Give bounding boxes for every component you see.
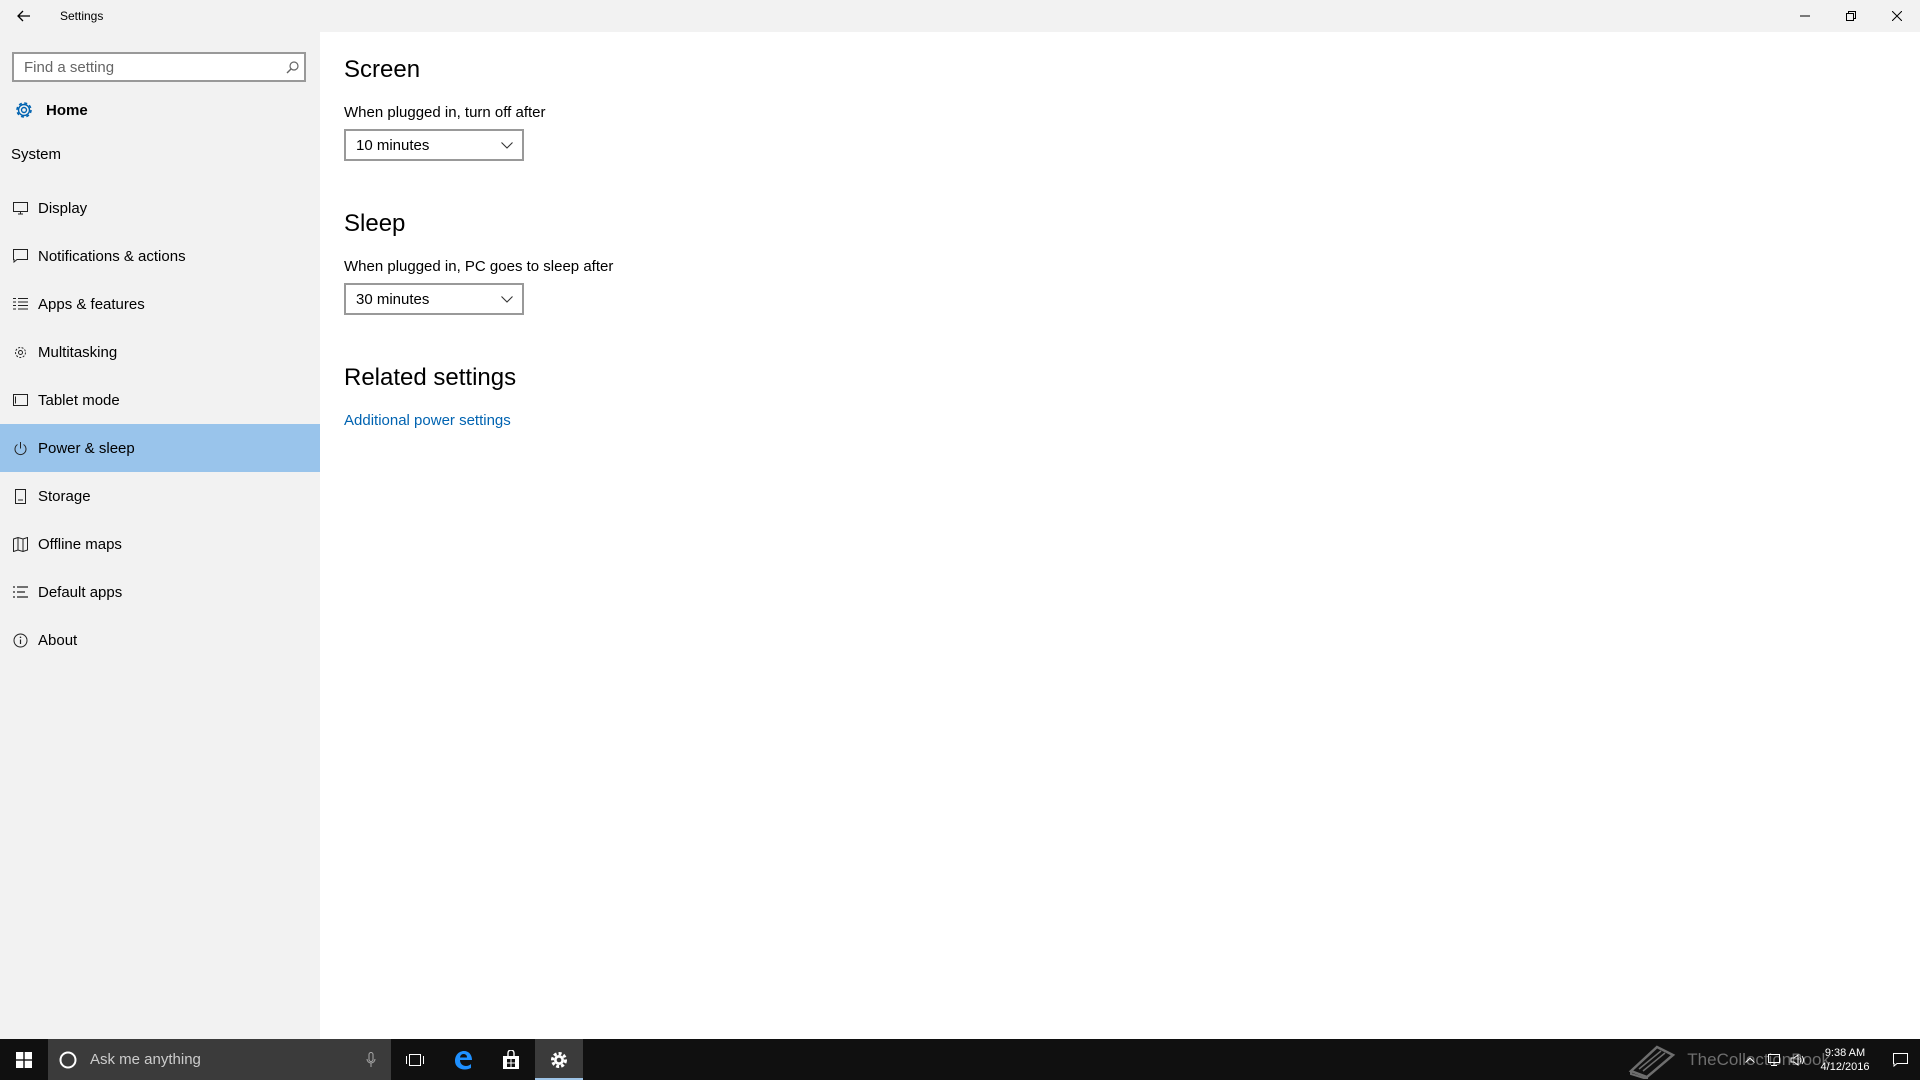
- chevron-down-icon: [492, 141, 522, 149]
- back-arrow-icon: [17, 10, 30, 22]
- search-box[interactable]: Find a setting: [12, 52, 306, 82]
- additional-power-settings-link[interactable]: Additional power settings: [344, 412, 511, 429]
- map-icon: [12, 536, 28, 552]
- sidebar-item-about[interactable]: About: [0, 616, 320, 664]
- sidebar-item-label: Multitasking: [38, 343, 118, 361]
- maximize-button[interactable]: [1828, 0, 1874, 32]
- volume-icon: [1790, 1053, 1804, 1066]
- sidebar-item-notifications[interactable]: Notifications & actions: [0, 232, 320, 280]
- sidebar-item-storage[interactable]: Storage: [0, 472, 320, 520]
- info-icon: [12, 632, 28, 648]
- sidebar-item-label: Power & sleep: [38, 439, 135, 457]
- cortana-search-box[interactable]: Ask me anything: [48, 1039, 391, 1080]
- clock[interactable]: 9:38 AM 4/12/2016: [1810, 1046, 1880, 1074]
- network-button[interactable]: [1762, 1039, 1786, 1080]
- restore-icon: [1846, 11, 1856, 21]
- gear-icon: [12, 98, 36, 122]
- edge-browser-button[interactable]: [439, 1039, 487, 1080]
- sleep-timeout-value: 30 minutes: [356, 290, 430, 308]
- action-center-button[interactable]: [1880, 1039, 1920, 1080]
- main-content: Screen When plugged in, turn off after 1…: [320, 32, 1920, 1039]
- close-button[interactable]: [1874, 0, 1920, 32]
- task-view-button[interactable]: [391, 1039, 439, 1080]
- system-tray: 9:38 AM 4/12/2016: [1738, 1039, 1920, 1080]
- section-label-system: System: [11, 146, 62, 163]
- multitasking-icon: [12, 344, 28, 360]
- chevron-up-icon: [1745, 1056, 1755, 1063]
- task-view-icon: [406, 1053, 424, 1066]
- volume-button[interactable]: [1786, 1039, 1810, 1080]
- book-logo-icon: [1628, 1044, 1676, 1079]
- sidebar-item-label: Display: [38, 199, 88, 217]
- windows-logo-icon: [16, 1051, 32, 1068]
- close-icon: [1892, 11, 1902, 21]
- screen-timeout-dropdown[interactable]: 10 minutes: [344, 129, 524, 161]
- microphone-icon[interactable]: [351, 1051, 391, 1068]
- sidebar: Find a setting Home System Display Notif…: [0, 32, 320, 1039]
- sidebar-item-label: Apps & features: [38, 295, 145, 313]
- search-input[interactable]: Find a setting: [24, 59, 280, 76]
- home-label: Home: [46, 101, 88, 119]
- sidebar-item-label: Offline maps: [38, 535, 122, 553]
- sidebar-item-label: Default apps: [38, 583, 123, 601]
- screen-timeout-value: 10 minutes: [356, 136, 430, 154]
- store-icon: [503, 1049, 519, 1069]
- minimize-icon: [1800, 15, 1810, 17]
- power-icon: [12, 440, 28, 456]
- sidebar-item-label: Tablet mode: [38, 391, 120, 409]
- screen-heading: Screen: [344, 56, 421, 83]
- sleep-timeout-dropdown[interactable]: 30 minutes: [344, 283, 524, 315]
- sidebar-item-display[interactable]: Display: [0, 184, 320, 232]
- sidebar-item-multitasking[interactable]: Multitasking: [0, 328, 320, 376]
- minimize-button[interactable]: [1782, 0, 1828, 32]
- sidebar-item-apps-features[interactable]: Apps & features: [0, 280, 320, 328]
- sleep-label: When plugged in, PC goes to sleep after: [344, 258, 614, 275]
- action-center-icon: [1892, 1052, 1908, 1067]
- cortana-search-input[interactable]: Ask me anything: [90, 1051, 351, 1068]
- cortana-icon: [58, 1050, 78, 1070]
- clock-time: 9:38 AM: [1824, 1046, 1866, 1059]
- settings-taskbar-button[interactable]: [535, 1039, 583, 1080]
- sidebar-item-label: Storage: [38, 487, 91, 505]
- window-title: Settings: [60, 9, 104, 23]
- sidebar-item-label: About: [38, 631, 78, 649]
- network-icon: [1768, 1053, 1780, 1066]
- sidebar-item-default-apps[interactable]: Default apps: [0, 568, 320, 616]
- window-controls: [1782, 0, 1920, 32]
- back-button[interactable]: [0, 0, 48, 32]
- clock-date: 4/12/2016: [1820, 1060, 1870, 1073]
- sidebar-item-offline-maps[interactable]: Offline maps: [0, 520, 320, 568]
- sidebar-item-label: Notifications & actions: [38, 247, 186, 265]
- chevron-down-icon: [492, 295, 522, 303]
- default-apps-icon: [12, 584, 28, 600]
- sleep-heading: Sleep: [344, 210, 406, 237]
- taskbar: Ask me anything TheCollectionBook 9:38 A…: [0, 1039, 1920, 1080]
- title-bar: Settings: [0, 0, 1920, 32]
- sidebar-item-tablet-mode[interactable]: Tablet mode: [0, 376, 320, 424]
- sidebar-item-power-sleep[interactable]: Power & sleep: [0, 424, 320, 472]
- gear-icon: [551, 1051, 567, 1068]
- notifications-icon: [12, 248, 28, 264]
- home-link[interactable]: Home: [12, 96, 88, 124]
- storage-icon: [12, 488, 28, 504]
- nav-list: Display Notifications & actions Apps & f…: [0, 184, 320, 664]
- show-hidden-icons-button[interactable]: [1738, 1039, 1762, 1080]
- tablet-icon: [12, 392, 28, 408]
- display-icon: [12, 200, 28, 216]
- start-button[interactable]: [0, 1039, 48, 1080]
- screen-label: When plugged in, turn off after: [344, 104, 546, 121]
- search-icon[interactable]: [280, 60, 304, 74]
- related-settings-heading: Related settings: [344, 364, 517, 391]
- edge-icon: [455, 1050, 472, 1069]
- store-button[interactable]: [487, 1039, 535, 1080]
- apps-list-icon: [12, 296, 28, 312]
